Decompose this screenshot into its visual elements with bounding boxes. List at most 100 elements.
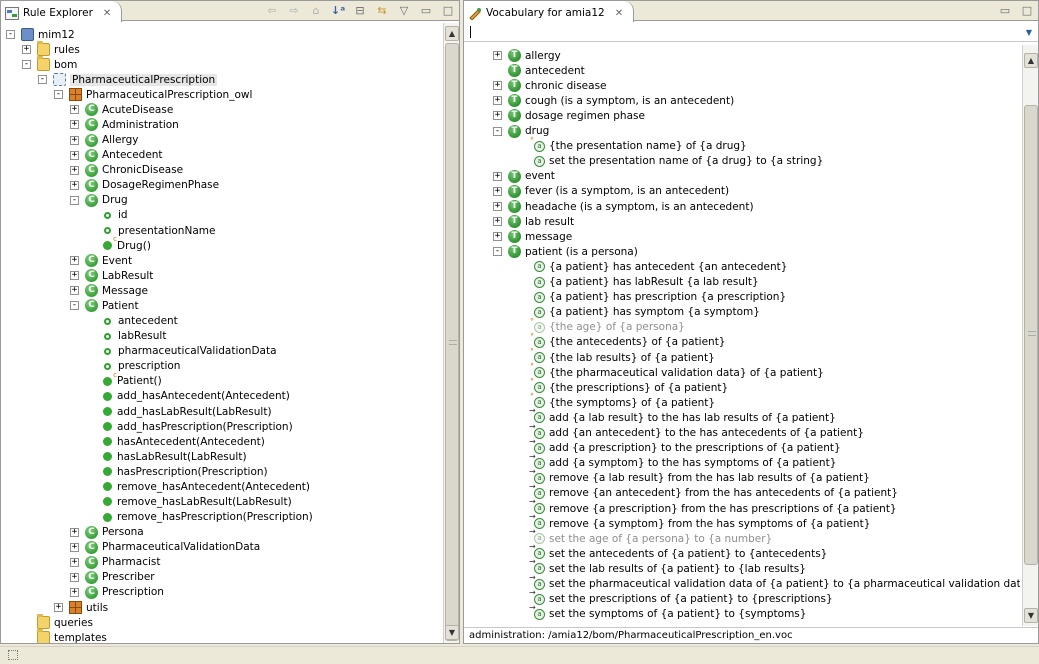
vocabulary-term[interactable]: patient (is a persona): [508, 244, 638, 259]
expand-icon[interactable]: +: [493, 186, 502, 196]
tree-item[interactable]: add_hasPrescription(Prescription): [101, 419, 293, 434]
tree-item[interactable]: mim12: [21, 27, 75, 42]
scroll-thumb[interactable]: [445, 43, 459, 641]
tree-item[interactable]: Persona: [85, 525, 144, 540]
vocabulary-term[interactable]: drug: [508, 124, 549, 139]
scroll-up-button[interactable]: ▲: [1024, 53, 1038, 68]
scroll-down-button[interactable]: ▼: [445, 625, 459, 640]
fast-view-icon[interactable]: [8, 650, 18, 660]
tree-item[interactable]: hasAntecedent(Antecedent): [101, 434, 265, 449]
vocabulary-phrase[interactable]: a → add {a lab result} to the has lab resu…: [529, 406, 836, 425]
left-scrollbar[interactable]: ▲ ▼: [443, 23, 459, 643]
expand-icon[interactable]: +: [70, 542, 79, 552]
tree-item[interactable]: hasPrescription(Prescription): [101, 464, 268, 479]
tree-item[interactable]: add_hasLabResult(LabResult): [101, 404, 272, 419]
expand-icon[interactable]: +: [493, 202, 502, 211]
tree-item[interactable]: pharmaceuticalValidationData: [101, 344, 277, 359]
vocabulary-phrase[interactable]: a → set the pharmaceutical validation data…: [529, 573, 1020, 592]
expand-icon[interactable]: +: [493, 111, 502, 121]
tree-item[interactable]: remove_hasLabResult(LabResult): [101, 494, 292, 509]
vocabulary-filter-field[interactable]: ▼: [464, 22, 1038, 42]
tree-item[interactable]: rules: [37, 41, 80, 57]
tab-vocabulary[interactable]: Vocabulary for amia12 ✕: [464, 1, 635, 22]
expand-icon[interactable]: +: [493, 232, 502, 242]
vocabulary-phrase[interactable]: a → add {a prescription} to the prescripti…: [529, 437, 841, 456]
vocabulary-phrase[interactable]: a → set the lab results of {a patient} to …: [529, 557, 806, 576]
vocabulary-phrase[interactable]: a → remove {a prescription} from the has p…: [529, 497, 897, 516]
collapse-icon[interactable]: -: [6, 30, 15, 39]
collapse-icon[interactable]: -: [54, 90, 63, 100]
tree-item[interactable]: Prescriber: [85, 570, 155, 585]
tree-item[interactable]: remove_hasPrescription(Prescription): [101, 510, 313, 525]
collapse-icon[interactable]: -: [70, 195, 79, 205]
maximize-icon[interactable]: □: [1020, 3, 1034, 17]
tree-item[interactable]: presentationName: [101, 223, 215, 238]
view-menu-icon[interactable]: ▽: [397, 3, 411, 17]
maximize-icon[interactable]: □: [441, 3, 455, 17]
collapse-icon[interactable]: -: [493, 247, 502, 257]
vocabulary-term[interactable]: cough (is a symptom, is an antecedent): [508, 93, 734, 108]
vocabulary-term[interactable]: antecedent: [508, 63, 585, 78]
minimize-icon[interactable]: ▭: [419, 3, 433, 17]
home-icon[interactable]: ⌂: [309, 3, 323, 17]
back-arrow-icon[interactable]: ⇦: [265, 3, 279, 17]
tree-item[interactable]: DosageRegimenPhase: [85, 178, 219, 193]
vocabulary-phrase[interactable]: a ° {the antecedents} of {a patient}: [530, 332, 726, 350]
vocabulary-term[interactable]: headache (is a symptom, is an antecedent…: [508, 199, 754, 214]
expand-icon[interactable]: +: [70, 165, 79, 175]
vocabulary-term[interactable]: dosage regimen phase: [508, 108, 645, 123]
vocabulary-term[interactable]: chronic disease: [508, 78, 607, 93]
tree-item[interactable]: id: [101, 208, 128, 223]
minimize-icon[interactable]: ▭: [998, 3, 1012, 17]
tree-item[interactable]: Patient(): [101, 371, 162, 389]
vocabulary-phrase[interactable]: a → set the prescriptions of {a patient} t…: [529, 588, 833, 607]
tree-item[interactable]: Allergy: [85, 133, 139, 148]
forward-arrow-icon[interactable]: ⇨: [287, 3, 301, 17]
tree-item[interactable]: Prescription: [85, 585, 164, 600]
vocabulary-phrase[interactable]: a → add {a symptom} to the has symptoms of…: [529, 452, 836, 471]
expand-icon[interactable]: +: [70, 527, 79, 537]
vocabulary-phrase[interactable]: a {a patient} has labResult {a lab result…: [534, 275, 759, 290]
expand-icon[interactable]: +: [493, 51, 502, 60]
expand-icon[interactable]: +: [70, 180, 79, 190]
expand-icon[interactable]: +: [70, 135, 79, 145]
vocabulary-term[interactable]: message: [508, 229, 572, 244]
vocabulary-phrase[interactable]: a ° {the lab results} of {a patient}: [530, 347, 715, 365]
tree-item[interactable]: LabResult: [85, 268, 153, 283]
sort-icon[interactable]: ↓ᵃ: [331, 3, 345, 17]
tree-item[interactable]: add_hasAntecedent(Antecedent): [101, 389, 290, 404]
vocabulary-phrase[interactable]: a ° {the symptoms} of {a patient}: [530, 392, 715, 410]
collapse-icon[interactable]: -: [22, 60, 31, 70]
tree-item[interactable]: templates: [37, 629, 107, 643]
expand-icon[interactable]: +: [70, 557, 79, 567]
tree-item[interactable]: remove_hasAntecedent(Antecedent): [101, 479, 310, 494]
vocabulary-term[interactable]: fever (is a symptom, is an antecedent): [508, 184, 729, 199]
vocabulary-phrase[interactable]: a → add {an antecedent} to the has anteced…: [529, 422, 864, 441]
tree-item[interactable]: Drug(): [101, 235, 151, 253]
expand-icon[interactable]: +: [70, 105, 79, 115]
vocabulary-phrase[interactable]: a set the presentation name of {a drug} t…: [534, 154, 823, 169]
tree-item[interactable]: bom: [37, 56, 77, 72]
tree-item[interactable]: hasLabResult(LabResult): [101, 449, 247, 464]
collapse-all-icon[interactable]: ⊟: [353, 3, 367, 17]
tab-rule-explorer[interactable]: Rule Explorer ✕: [1, 1, 123, 22]
tree-item[interactable]: AcuteDisease: [85, 102, 173, 117]
tree-item[interactable]: queries: [37, 614, 93, 630]
vocabulary-phrase[interactable]: a {a patient} has symptom {a symptom}: [534, 305, 760, 320]
tree-item[interactable]: Message: [85, 283, 148, 298]
tree-item[interactable]: Drug: [85, 193, 128, 208]
close-icon[interactable]: ✕: [103, 8, 111, 19]
vocabulary-phrase[interactable]: a ° {the prescriptions} of {a patient}: [530, 377, 728, 395]
close-icon[interactable]: ✕: [615, 8, 623, 19]
vocabulary-phrase[interactable]: a ° {the pharmaceutical validation data} o…: [530, 362, 824, 380]
scroll-up-button[interactable]: ▲: [445, 26, 459, 41]
expand-icon[interactable]: +: [70, 572, 79, 582]
tree-item[interactable]: Pharmacist: [85, 555, 161, 570]
expand-icon[interactable]: +: [70, 120, 79, 130]
expand-icon[interactable]: +: [70, 587, 79, 597]
link-editor-icon[interactable]: ⇆: [375, 3, 389, 17]
tree-item[interactable]: PharmaceuticalValidationData: [85, 540, 260, 555]
expand-icon[interactable]: +: [70, 150, 79, 160]
vocabulary-phrase[interactable]: a ° {the presentation name} of {a drug}: [530, 136, 747, 154]
scroll-thumb[interactable]: [1024, 105, 1038, 565]
